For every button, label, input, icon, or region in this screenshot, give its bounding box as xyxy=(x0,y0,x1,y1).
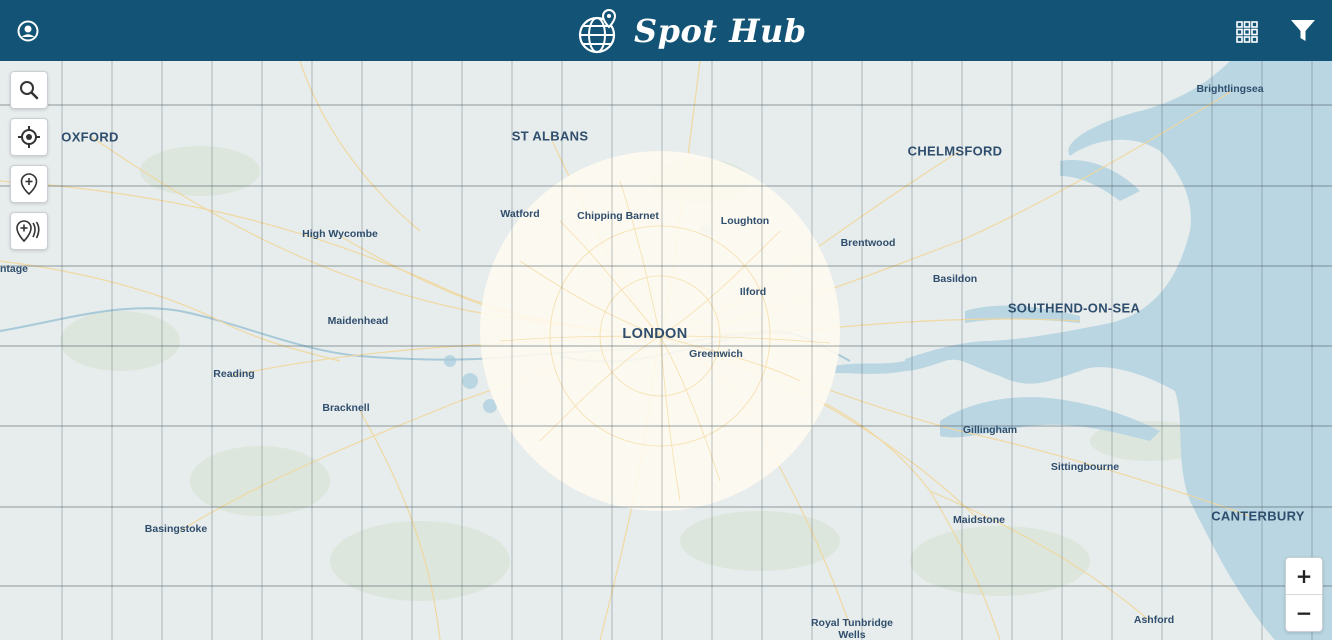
place-label-brightlingsea: Brightlingsea xyxy=(1196,83,1264,95)
place-label-ilford: Ilford xyxy=(739,286,767,298)
search-icon xyxy=(20,81,39,100)
locate-me-button[interactable] xyxy=(10,118,48,156)
place-label-ashford: Ashford xyxy=(1133,614,1175,626)
user-circle-icon xyxy=(17,20,39,42)
pin-signal-icon xyxy=(16,220,40,242)
crosshair-icon xyxy=(18,126,40,148)
globe-pin-icon xyxy=(578,8,617,54)
app-logo[interactable]: Spot Hub xyxy=(578,6,807,56)
place-label-southend-on-sea: SOUTHEND-ON-SEA xyxy=(1007,300,1141,316)
grid-icon xyxy=(1236,21,1258,43)
add-spot-button[interactable] xyxy=(10,165,48,203)
zoom-in-button[interactable]: + xyxy=(1286,558,1322,594)
place-label-royal-tunbridge-wells: Royal Tunbridge Wells xyxy=(810,617,894,640)
place-label-sittingbourne: Sittingbourne xyxy=(1050,461,1120,473)
place-label-chipping-barnet: Chipping Barnet xyxy=(577,210,659,222)
place-label-london: LONDON xyxy=(622,326,688,342)
map-search-button[interactable] xyxy=(10,71,48,109)
place-label-chelmsford: CHELMSFORD xyxy=(907,143,1003,159)
place-label-oxford: OXFORD xyxy=(61,129,119,145)
map-base xyxy=(0,61,1332,640)
user-profile-button[interactable] xyxy=(17,20,39,42)
filter-icon xyxy=(1291,20,1315,41)
grid-view-button[interactable] xyxy=(1236,21,1258,43)
place-label-watford: Watford xyxy=(500,208,540,220)
app-header: Spot Hub xyxy=(0,0,1332,61)
place-label-greenwich: Greenwich xyxy=(689,348,743,360)
filter-button[interactable] xyxy=(1291,20,1315,42)
pin-plus-icon xyxy=(20,173,38,195)
place-label-loughton: Loughton xyxy=(720,215,770,227)
place-label-st-albans: ST ALBANS xyxy=(511,128,589,144)
place-label-ntage: ntage xyxy=(0,263,29,275)
zoom-out-button[interactable]: − xyxy=(1286,594,1322,631)
place-label-canterbury: CANTERBURY xyxy=(1211,508,1305,524)
place-label-bracknell: Bracknell xyxy=(322,402,370,414)
place-label-maidstone: Maidstone xyxy=(953,514,1005,526)
map-view[interactable]: OXFORD ST ALBANS CHELMSFORD Brightlingse… xyxy=(0,61,1332,640)
place-label-basildon: Basildon xyxy=(932,273,978,285)
app-title: Spot Hub xyxy=(634,12,807,50)
zoom-controls: + − xyxy=(1285,557,1323,632)
place-label-high-wycombe: High Wycombe xyxy=(302,228,378,240)
add-spot-radius-button[interactable] xyxy=(10,212,48,250)
place-label-brentwood: Brentwood xyxy=(840,237,896,249)
place-label-gillingham: Gillingham xyxy=(962,424,1018,436)
place-label-maidenhead: Maidenhead xyxy=(327,315,389,327)
place-label-reading: Reading xyxy=(213,368,255,380)
place-label-basingstoke: Basingstoke xyxy=(144,523,208,535)
